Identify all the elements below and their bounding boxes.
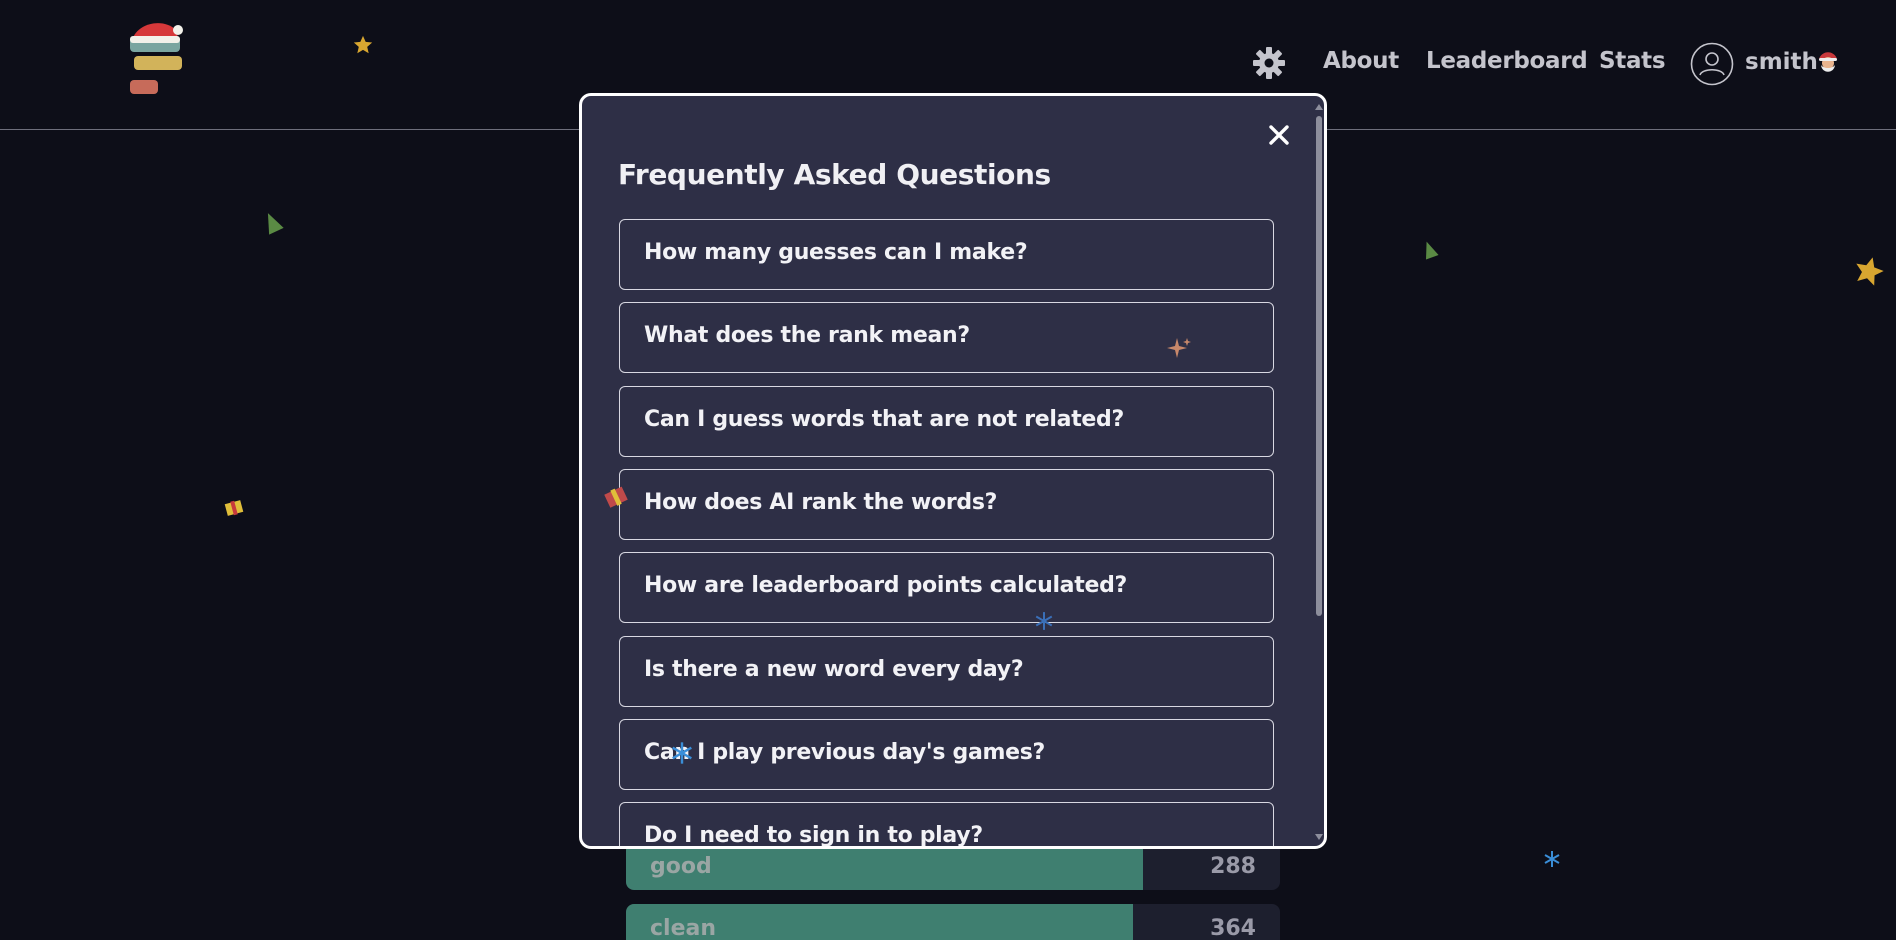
faq-question-label: What does the rank mean?: [644, 323, 970, 348]
faq-question[interactable]: Is there a new word every day?: [619, 636, 1274, 707]
guess-rank: 288: [1210, 854, 1256, 879]
guess-word: clean: [650, 916, 717, 940]
snowflake-icon: [1544, 851, 1560, 867]
close-icon[interactable]: [1268, 124, 1290, 146]
faq-question-label: Can I guess words that are not related?: [644, 407, 1124, 432]
faq-question-label: Do I need to sign in to play?: [644, 823, 983, 848]
list-item: clean 364: [626, 904, 1280, 940]
nav-leaderboard-link[interactable]: Leaderboard: [1426, 48, 1588, 74]
faq-modal: Frequently Asked Questions How many gues…: [579, 93, 1327, 849]
star-icon: [1856, 257, 1884, 286]
scroll-down-arrow-icon[interactable]: [1315, 834, 1323, 840]
faq-question-label: Is there a new word every day?: [644, 657, 1024, 682]
faq-question[interactable]: How many guesses can I make?: [619, 219, 1274, 290]
snowflake-icon: [672, 742, 692, 764]
sparkle-icon: [1167, 338, 1191, 358]
christmas-tree-icon: [1426, 241, 1439, 260]
scrollbar-thumb[interactable]: [1316, 116, 1322, 616]
santa-emoji-icon: [1819, 52, 1837, 72]
star-icon: [353, 35, 373, 54]
faq-question-label: Can I play previous day's games?: [644, 740, 1045, 765]
faq-question[interactable]: Do I need to sign in to play?: [619, 802, 1274, 848]
gift-icon: [604, 486, 628, 508]
guess-rank: 364: [1210, 916, 1256, 940]
settings-gear-icon[interactable]: [1252, 46, 1286, 80]
modal-scrollbar[interactable]: [1314, 102, 1324, 842]
gift-icon: [224, 500, 244, 516]
logo-icon[interactable]: [128, 18, 184, 98]
guess-word: good: [650, 854, 712, 879]
faq-question[interactable]: How does AI rank the words?: [619, 469, 1274, 540]
username-label[interactable]: smith: [1745, 49, 1818, 75]
close-button[interactable]: [1262, 118, 1296, 152]
nav-stats-link[interactable]: Stats: [1599, 48, 1666, 74]
modal-title: Frequently Asked Questions: [618, 158, 1051, 191]
faq-question-label: How does AI rank the words?: [644, 490, 998, 515]
faq-question[interactable]: How are leaderboard points calculated?: [619, 552, 1274, 623]
faq-question[interactable]: Can I guess words that are not related?: [619, 386, 1274, 457]
nav-about-link[interactable]: About: [1323, 48, 1399, 74]
faq-question-label: How many guesses can I make?: [644, 240, 1028, 265]
faq-question[interactable]: Can I play previous day's games?: [619, 719, 1274, 790]
christmas-tree-icon: [267, 213, 284, 235]
faq-question-label: How are leaderboard points calculated?: [644, 573, 1127, 598]
list-item: good 288: [626, 842, 1280, 890]
user-avatar-icon[interactable]: [1690, 42, 1734, 86]
scroll-up-arrow-icon[interactable]: [1315, 104, 1323, 110]
snowflake-icon: [1035, 612, 1053, 630]
